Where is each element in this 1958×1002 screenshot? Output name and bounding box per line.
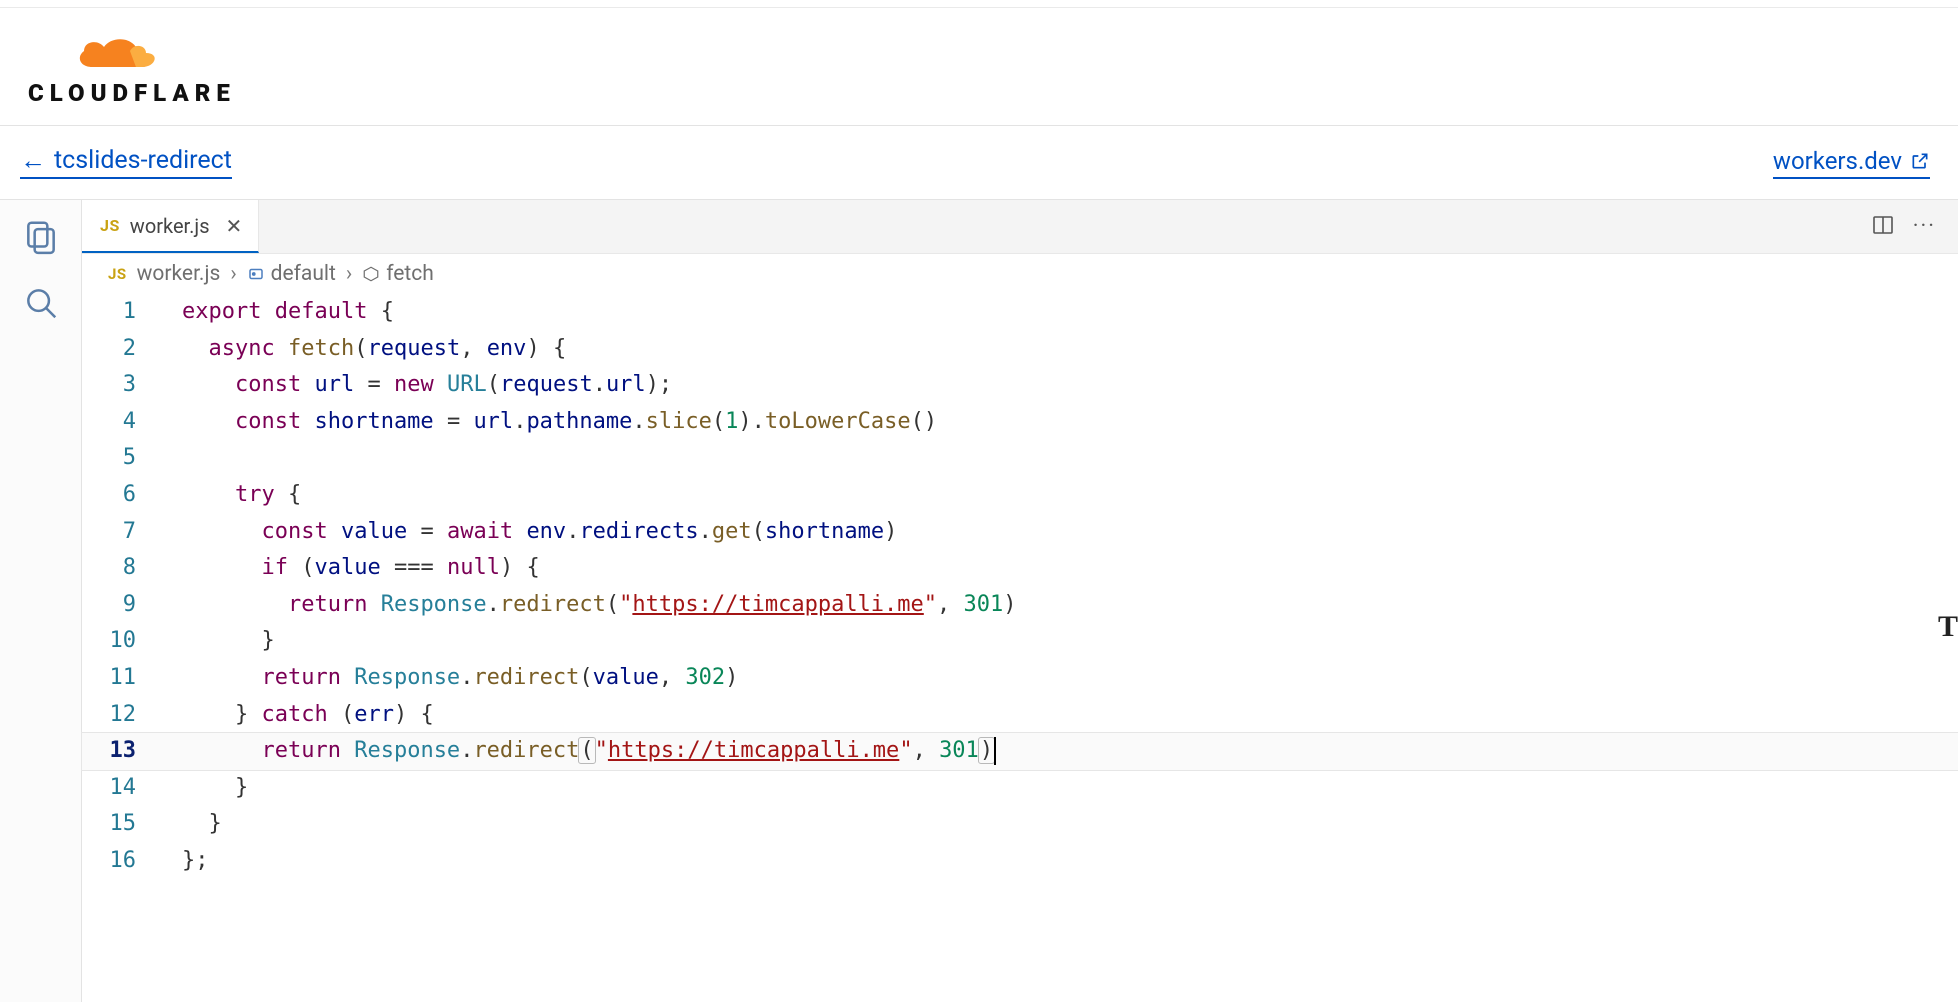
- editor-main: JS worker.js ✕ ··· JS worker.js › defaul…: [82, 200, 1958, 1002]
- activity-bar: [0, 200, 82, 1002]
- cloudflare-logo[interactable]: CLOUDFLARE: [28, 27, 236, 107]
- line-number: 8: [82, 550, 154, 587]
- overview-ruler-mark: T: [1938, 610, 1958, 644]
- workers-dev-link[interactable]: workers.dev: [1773, 147, 1930, 179]
- back-link-label: tcslides-redirect: [54, 146, 232, 175]
- code-line[interactable]: 10 }: [82, 623, 1958, 660]
- file-tab[interactable]: JS worker.js ✕: [82, 200, 259, 253]
- line-number: 6: [82, 477, 154, 514]
- code-content[interactable]: };: [154, 843, 1958, 880]
- more-actions-icon[interactable]: ···: [1913, 214, 1936, 239]
- code-content[interactable]: return Response.redirect(value, 302): [154, 660, 1958, 697]
- code-content[interactable]: const url = new URL(request.url);: [154, 367, 1958, 404]
- code-editor[interactable]: 1export default {2 async fetch(request, …: [82, 294, 1958, 1002]
- code-content[interactable]: }: [154, 806, 1958, 843]
- breadcrumb-file: worker.js: [137, 262, 221, 286]
- breadcrumb[interactable]: JS worker.js › default › fetch: [82, 254, 1958, 294]
- code-line[interactable]: 2 async fetch(request, env) {: [82, 331, 1958, 368]
- line-number: 15: [82, 806, 154, 843]
- code-line[interactable]: 14 }: [82, 770, 1958, 807]
- code-line[interactable]: 1export default {: [82, 294, 1958, 331]
- cloudflare-wordmark: CLOUDFLARE: [28, 79, 236, 107]
- code-content[interactable]: [154, 440, 1958, 477]
- nav-bar: ← tcslides-redirect workers.dev: [0, 126, 1958, 200]
- code-content[interactable]: }: [154, 770, 1958, 807]
- workers-dev-label: workers.dev: [1773, 147, 1902, 175]
- code-content[interactable]: }: [154, 623, 1958, 660]
- line-number: 4: [82, 404, 154, 441]
- line-number: 3: [82, 367, 154, 404]
- line-number: 7: [82, 514, 154, 551]
- tabs-actions: ···: [1871, 200, 1958, 253]
- breadcrumb-symbol-default[interactable]: default: [247, 262, 336, 286]
- file-tab-label: worker.js: [130, 214, 210, 238]
- arrow-left-icon: ←: [20, 148, 46, 174]
- tabs-row: JS worker.js ✕ ···: [82, 200, 1958, 254]
- logo-row: CLOUDFLARE: [0, 8, 1958, 126]
- code-content[interactable]: } catch (err) {: [154, 697, 1958, 734]
- code-line[interactable]: 15 }: [82, 806, 1958, 843]
- code-line[interactable]: 4 const shortname = url.pathname.slice(1…: [82, 404, 1958, 441]
- js-badge-icon: JS: [100, 216, 120, 235]
- code-line[interactable]: 6 try {: [82, 477, 1958, 514]
- code-line[interactable]: 11 return Response.redirect(value, 302): [82, 660, 1958, 697]
- line-number: 5: [82, 440, 154, 477]
- external-link-icon: [1910, 151, 1930, 171]
- chevron-right-icon: ›: [230, 262, 236, 286]
- code-line[interactable]: 5: [82, 440, 1958, 477]
- line-number: 13: [82, 733, 154, 770]
- line-number: 9: [82, 587, 154, 624]
- symbol-variable-icon: [247, 265, 265, 283]
- code-content[interactable]: async fetch(request, env) {: [154, 331, 1958, 368]
- editor-area: JS worker.js ✕ ··· JS worker.js › defaul…: [0, 200, 1958, 1002]
- close-tab-icon[interactable]: ✕: [226, 214, 243, 238]
- line-number: 12: [82, 697, 154, 734]
- code-content[interactable]: return Response.redirect("https://timcap…: [154, 587, 1958, 624]
- cloudflare-cloud-icon: [72, 27, 192, 77]
- code-content[interactable]: return Response.redirect("https://timcap…: [154, 733, 1958, 770]
- window-top-strip: [0, 0, 1958, 8]
- symbol-method-icon: [362, 265, 380, 283]
- code-content[interactable]: export default {: [154, 294, 1958, 331]
- back-link[interactable]: ← tcslides-redirect: [20, 146, 232, 179]
- line-number: 14: [82, 770, 154, 807]
- breadcrumb-symbol-fetch[interactable]: fetch: [362, 262, 434, 286]
- code-line[interactable]: 3 const url = new URL(request.url);: [82, 367, 1958, 404]
- code-content[interactable]: try {: [154, 477, 1958, 514]
- chevron-right-icon: ›: [346, 262, 352, 286]
- code-line[interactable]: 16};: [82, 843, 1958, 880]
- code-line[interactable]: 13 return Response.redirect("https://tim…: [82, 733, 1958, 770]
- js-badge-icon: JS: [108, 265, 127, 283]
- code-line[interactable]: 7 const value = await env.redirects.get(…: [82, 514, 1958, 551]
- line-number: 11: [82, 660, 154, 697]
- code-content[interactable]: const shortname = url.pathname.slice(1).…: [154, 404, 1958, 441]
- line-number: 2: [82, 331, 154, 368]
- search-icon[interactable]: [22, 284, 60, 322]
- line-number: 1: [82, 294, 154, 331]
- split-editor-icon[interactable]: [1871, 213, 1895, 241]
- code-line[interactable]: 12 } catch (err) {: [82, 697, 1958, 734]
- code-line[interactable]: 9 return Response.redirect("https://timc…: [82, 587, 1958, 624]
- code-content[interactable]: const value = await env.redirects.get(sh…: [154, 514, 1958, 551]
- line-number: 16: [82, 843, 154, 880]
- line-number: 10: [82, 623, 154, 660]
- explorer-icon[interactable]: [22, 218, 60, 256]
- code-line[interactable]: 8 if (value === null) {: [82, 550, 1958, 587]
- code-content[interactable]: if (value === null) {: [154, 550, 1958, 587]
